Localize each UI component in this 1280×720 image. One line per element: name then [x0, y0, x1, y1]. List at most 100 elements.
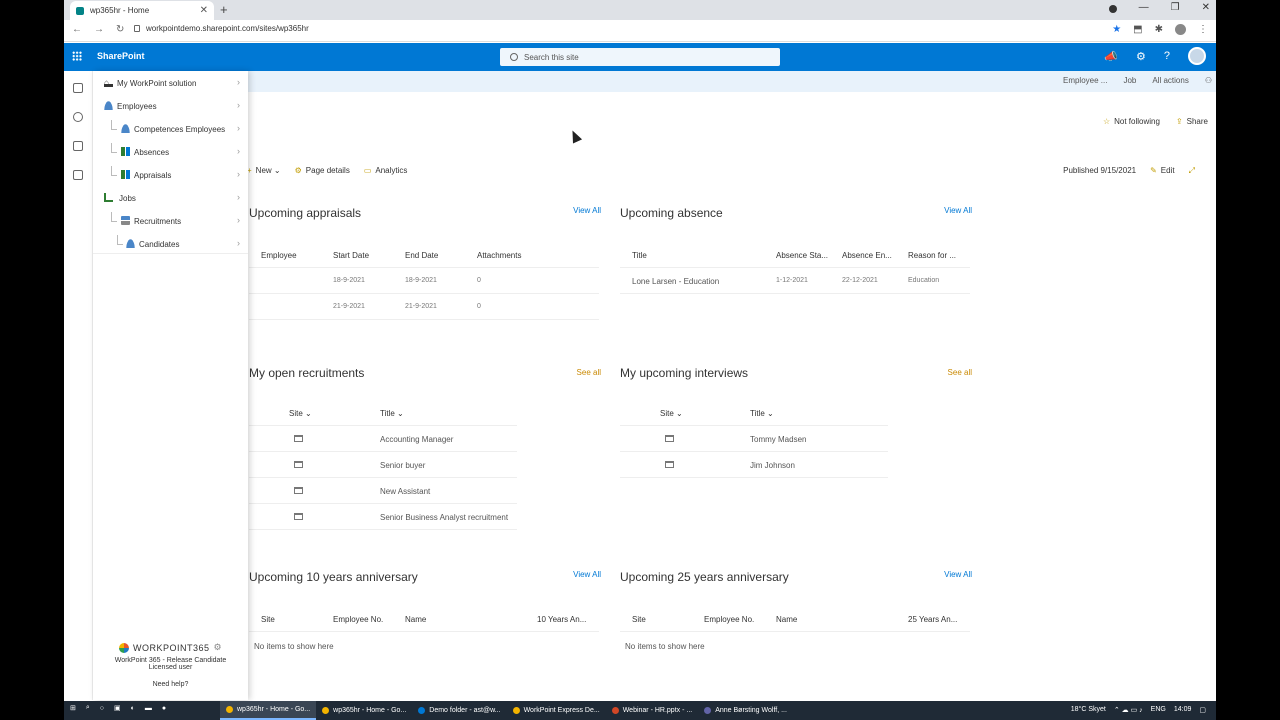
- table-row[interactable]: 21-9-2021 21-9-2021 0: [249, 294, 599, 320]
- record-icon[interactable]: [1108, 5, 1117, 13]
- taskbar-app[interactable]: Anne Børsting Wolff, ...: [698, 701, 793, 720]
- new-button[interactable]: + New ⌄: [247, 166, 281, 175]
- cell-title[interactable]: Tommy Madsen: [750, 435, 806, 444]
- table-row[interactable]: Senior Business Analyst recruitment: [249, 504, 517, 530]
- forward-button[interactable]: →: [94, 24, 104, 35]
- column-header-site[interactable]: Site ⌄: [660, 409, 683, 418]
- chevron-right-icon[interactable]: ›: [237, 169, 240, 179]
- nav-item-appraisals[interactable]: Appraisals ›: [93, 164, 248, 186]
- column-header[interactable]: Employee No.: [333, 615, 383, 624]
- workpoint365-logo[interactable]: WORKPOINT365 ⚙: [93, 642, 248, 653]
- notifications-icon[interactable]: ▢: [1199, 706, 1206, 714]
- column-header[interactable]: Employee: [261, 251, 297, 260]
- site-icon[interactable]: [294, 435, 303, 444]
- column-header-title[interactable]: Title ⌄: [750, 409, 774, 418]
- table-row[interactable]: Senior buyer: [249, 452, 517, 478]
- document-icon[interactable]: [73, 170, 83, 180]
- tray-icons[interactable]: ⌃ ☁ ▭ ♪: [1114, 706, 1143, 714]
- view-all-link[interactable]: View All: [944, 206, 972, 215]
- cortana-icon[interactable]: ○: [100, 705, 104, 712]
- analytics-button[interactable]: ▭ Analytics: [364, 166, 408, 175]
- person-settings-icon[interactable]: ⚇: [1205, 76, 1212, 85]
- nav-item-jobs[interactable]: Jobs ›: [93, 187, 248, 209]
- taskbar-app[interactable]: WorkPoint Express De...: [507, 701, 606, 720]
- column-header[interactable]: Absence Sta...: [776, 251, 828, 260]
- user-avatar[interactable]: [1188, 47, 1206, 65]
- cell-title[interactable]: New Assistant: [380, 487, 430, 496]
- nav-item-competences-employees[interactable]: Competences Employees ›: [93, 118, 248, 140]
- app-launcher-icon[interactable]: [72, 51, 82, 61]
- weather-widget[interactable]: 18°C Skyet: [1071, 706, 1106, 714]
- page-details-button[interactable]: ⚙ Page details: [295, 166, 350, 175]
- search-input[interactable]: Search this site: [500, 48, 780, 66]
- clock[interactable]: 14:09: [1174, 706, 1192, 714]
- home-icon[interactable]: [73, 83, 83, 93]
- column-header[interactable]: Name: [405, 615, 426, 624]
- megaphone-icon[interactable]: 📣: [1104, 50, 1118, 63]
- taskbar-app[interactable]: Demo folder - ast@w...: [412, 701, 506, 720]
- column-header[interactable]: 25 Years An...: [908, 615, 957, 624]
- profile-avatar[interactable]: [1175, 24, 1186, 35]
- reload-button[interactable]: ↻: [116, 24, 124, 35]
- all-actions-menu[interactable]: All actions: [1152, 76, 1188, 85]
- news-icon[interactable]: [73, 141, 83, 151]
- see-all-link[interactable]: See all: [948, 368, 972, 377]
- column-header[interactable]: Title: [632, 251, 647, 260]
- table-row[interactable]: Tommy Madsen: [620, 426, 888, 452]
- column-header[interactable]: Start Date: [333, 251, 369, 260]
- column-header[interactable]: Name: [776, 615, 797, 624]
- gear-icon[interactable]: ⚙: [1136, 50, 1146, 63]
- view-all-link[interactable]: View All: [573, 570, 601, 579]
- site-icon[interactable]: [294, 487, 303, 496]
- cell-title[interactable]: Jim Johnson: [750, 461, 795, 470]
- edit-button[interactable]: ✎ Edit: [1150, 166, 1175, 176]
- column-header[interactable]: Site: [632, 615, 646, 624]
- see-all-link[interactable]: See all: [577, 368, 601, 377]
- column-header[interactable]: Absence En...: [842, 251, 892, 260]
- column-header-title[interactable]: Title ⌄: [380, 409, 404, 418]
- column-header[interactable]: 10 Years An...: [537, 615, 586, 624]
- site-icon[interactable]: [294, 513, 303, 522]
- taskbar-app[interactable]: wp365hr - Home - Go...: [220, 701, 317, 720]
- search-icon[interactable]: ⌕: [86, 704, 90, 712]
- task-view-icon[interactable]: ▣: [114, 704, 121, 712]
- url-field[interactable]: workpointdemo.sharepoint.com/sites/wp365…: [134, 24, 309, 33]
- follow-button[interactable]: ☆ Not following: [1103, 117, 1160, 126]
- employee-menu[interactable]: Employee ...: [1063, 76, 1107, 85]
- table-row[interactable]: Accounting Manager: [249, 426, 517, 452]
- view-all-link[interactable]: View All: [573, 206, 601, 215]
- chevron-right-icon[interactable]: ›: [237, 100, 240, 110]
- site-icon[interactable]: [665, 461, 674, 470]
- chevron-right-icon[interactable]: ›: [237, 123, 240, 133]
- column-header[interactable]: Reason for ...: [908, 251, 956, 260]
- taskbar-app[interactable]: Webinar - HR.pptx - ...: [606, 701, 699, 720]
- browser-menu-icon[interactable]: ⋮: [1198, 24, 1208, 35]
- table-row[interactable]: Jim Johnson: [620, 452, 888, 478]
- cell-title[interactable]: Lone Larsen - Education: [632, 277, 719, 286]
- extension-icon[interactable]: ⬒: [1133, 24, 1142, 35]
- file-explorer-icon[interactable]: ▬: [145, 705, 152, 712]
- cell-title[interactable]: Senior Business Analyst recruitment: [380, 513, 508, 522]
- column-header[interactable]: End Date: [405, 251, 438, 260]
- site-icon[interactable]: [294, 461, 303, 470]
- sharepoint-brand[interactable]: SharePoint: [97, 51, 145, 61]
- chevron-right-icon[interactable]: ›: [237, 238, 240, 248]
- firefox-icon[interactable]: ●: [162, 705, 166, 712]
- browser-tab[interactable]: wp365hr - Home ✕: [70, 1, 214, 20]
- expand-icon[interactable]: ⤢: [1189, 166, 1195, 176]
- language-indicator[interactable]: ENG: [1151, 706, 1166, 714]
- cell-title[interactable]: Accounting Manager: [380, 435, 453, 444]
- help-icon[interactable]: ?: [1164, 50, 1170, 62]
- column-header-site[interactable]: Site ⌄: [289, 409, 312, 418]
- nav-item-absences[interactable]: Absences ›: [93, 141, 248, 163]
- maximize-button[interactable]: ❐: [1171, 2, 1180, 13]
- chevron-right-icon[interactable]: ›: [237, 146, 240, 156]
- nav-item-my-workpoint-solution[interactable]: ⌂ My WorkPoint solution ›: [93, 72, 248, 94]
- globe-icon[interactable]: [73, 112, 83, 122]
- table-row[interactable]: New Assistant: [249, 478, 517, 504]
- extensions-puzzle-icon[interactable]: ✱: [1155, 24, 1163, 35]
- gear-icon[interactable]: ⚙: [213, 642, 222, 653]
- bookmark-star-icon[interactable]: ★: [1112, 24, 1121, 35]
- job-menu[interactable]: Job: [1123, 76, 1136, 85]
- windows-start-icon[interactable]: ⊞: [70, 704, 76, 712]
